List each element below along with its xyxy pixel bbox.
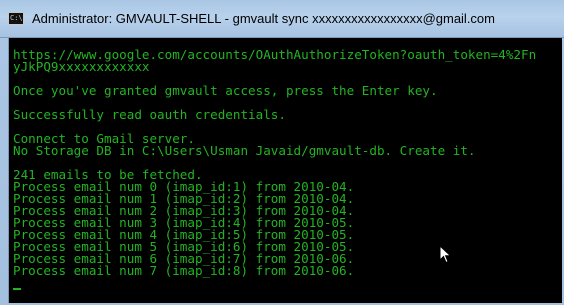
window-title: Administrator: GMVAULT-SHELL - gmvault s… — [32, 11, 495, 26]
console-line: Once you've granted gmvault access, pres… — [13, 83, 438, 98]
window-title-email-domain: @gmail.com — [422, 11, 495, 26]
window-title-email-obscured: xxxxxxxxxxxxxxxxx — [312, 11, 423, 26]
window-frame-left — [0, 38, 9, 305]
console-line: Process email num 7 (imap_id:8) from 201… — [13, 263, 355, 278]
console-line: Successfully read oauth credentials. — [13, 107, 286, 122]
window-title-prefix: Administrator: GMVAULT-SHELL - gmvault s… — [32, 11, 313, 26]
console-line: No Storage DB in C:\Users\Usman Javaid/g… — [13, 143, 476, 158]
window-titlebar[interactable]: C:\ Administrator: GMVAULT-SHELL - gmvau… — [0, 0, 564, 38]
console-lines: https://www.google.com/accounts/OAuthAut… — [13, 48, 536, 278]
console-output[interactable]: https://www.google.com/accounts/OAuthAut… — [9, 39, 562, 303]
console-line: yJkPQ9xxxxxxxxxxxx — [13, 59, 150, 74]
command-prompt-icon[interactable]: C:\ — [8, 12, 24, 25]
mouse-pointer-icon — [439, 245, 452, 264]
text-cursor — [13, 288, 21, 290]
